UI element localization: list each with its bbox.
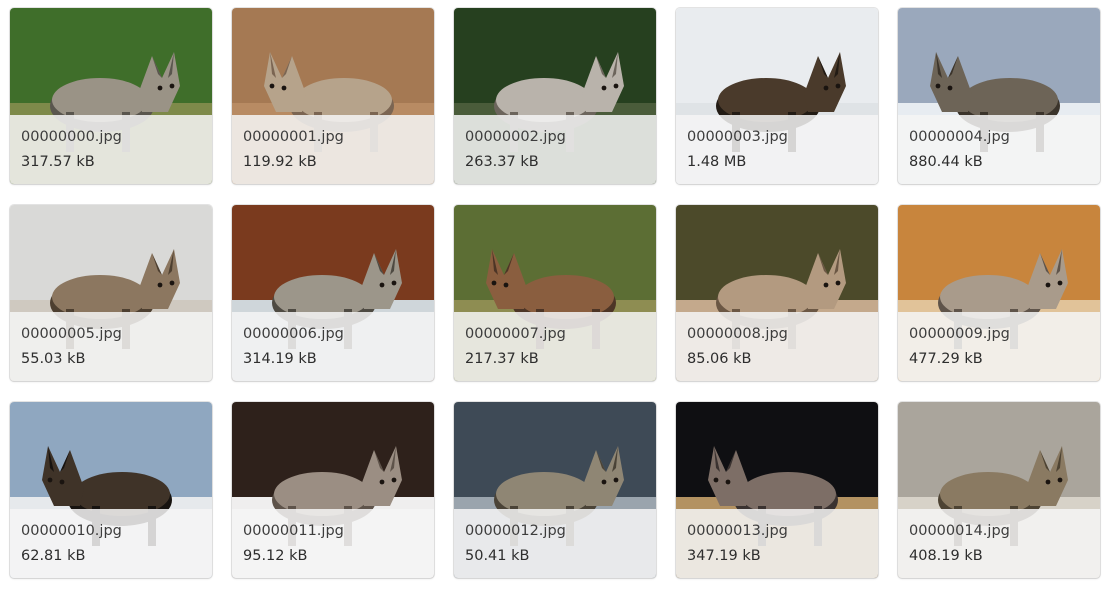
image-card[interactable]: 00000009.jpg 477.29 kB [898,205,1100,381]
file-size: 317.57 kB [21,154,95,170]
file-info-overlay: 00000013.jpg 347.19 kB [676,509,878,578]
file-name: 00000012.jpg [465,523,566,539]
image-card[interactable]: 00000002.jpg 263.37 kB [454,8,656,184]
file-info-overlay: 00000001.jpg 119.92 kB [232,115,434,184]
file-size: 55.03 kB [21,351,86,367]
file-size: 408.19 kB [909,548,983,564]
file-info-overlay: 00000008.jpg 85.06 kB [676,312,878,381]
file-size: 347.19 kB [687,548,761,564]
file-name: 00000013.jpg [687,523,788,539]
file-size: 314.19 kB [243,351,317,367]
file-info-overlay: 00000011.jpg 95.12 kB [232,509,434,578]
file-name: 00000014.jpg [909,523,1010,539]
image-card[interactable]: 00000008.jpg 85.06 kB [676,205,878,381]
file-name: 00000010.jpg [21,523,122,539]
file-info-overlay: 00000012.jpg 50.41 kB [454,509,656,578]
file-size: 119.92 kB [243,154,317,170]
image-card[interactable]: 00000005.jpg 55.03 kB [10,205,212,381]
file-info-overlay: 00000014.jpg 408.19 kB [898,509,1100,578]
file-name: 00000008.jpg [687,326,788,342]
file-name: 00000011.jpg [243,523,344,539]
image-card[interactable]: 00000014.jpg 408.19 kB [898,402,1100,578]
image-card[interactable]: 00000007.jpg 217.37 kB [454,205,656,381]
image-card[interactable]: 00000001.jpg 119.92 kB [232,8,434,184]
file-info-overlay: 00000003.jpg 1.48 MB [676,115,878,184]
file-name: 00000006.jpg [243,326,344,342]
file-name: 00000003.jpg [687,129,788,145]
image-card[interactable]: 00000013.jpg 347.19 kB [676,402,878,578]
file-name: 00000002.jpg [465,129,566,145]
file-info-overlay: 00000006.jpg 314.19 kB [232,312,434,381]
file-name: 00000007.jpg [465,326,566,342]
image-grid: 00000000.jpg 317.57 kB 00000001.jpg 119.92 … [10,8,1100,578]
file-size: 217.37 kB [465,351,539,367]
image-card[interactable]: 00000003.jpg 1.48 MB [676,8,878,184]
file-size: 50.41 kB [465,548,530,564]
image-card[interactable]: 00000000.jpg 317.57 kB [10,8,212,184]
file-size: 263.37 kB [465,154,539,170]
file-name: 00000004.jpg [909,129,1010,145]
file-name: 00000000.jpg [21,129,122,145]
file-size: 95.12 kB [243,548,308,564]
image-card[interactable]: 00000012.jpg 50.41 kB [454,402,656,578]
file-info-overlay: 00000009.jpg 477.29 kB [898,312,1100,381]
file-info-overlay: 00000005.jpg 55.03 kB [10,312,212,381]
image-card[interactable]: 00000006.jpg 314.19 kB [232,205,434,381]
file-size: 85.06 kB [687,351,752,367]
file-info-overlay: 00000007.jpg 217.37 kB [454,312,656,381]
file-size: 477.29 kB [909,351,983,367]
file-info-overlay: 00000010.jpg 62.81 kB [10,509,212,578]
file-info-overlay: 00000002.jpg 263.37 kB [454,115,656,184]
file-size: 1.48 MB [687,154,747,170]
file-size: 62.81 kB [21,548,86,564]
file-name: 00000005.jpg [21,326,122,342]
image-card[interactable]: 00000010.jpg 62.81 kB [10,402,212,578]
image-card[interactable]: 00000004.jpg 880.44 kB [898,8,1100,184]
file-name: 00000009.jpg [909,326,1010,342]
image-card[interactable]: 00000011.jpg 95.12 kB [232,402,434,578]
file-size: 880.44 kB [909,154,983,170]
file-info-overlay: 00000004.jpg 880.44 kB [898,115,1100,184]
file-name: 00000001.jpg [243,129,344,145]
file-info-overlay: 00000000.jpg 317.57 kB [10,115,212,184]
